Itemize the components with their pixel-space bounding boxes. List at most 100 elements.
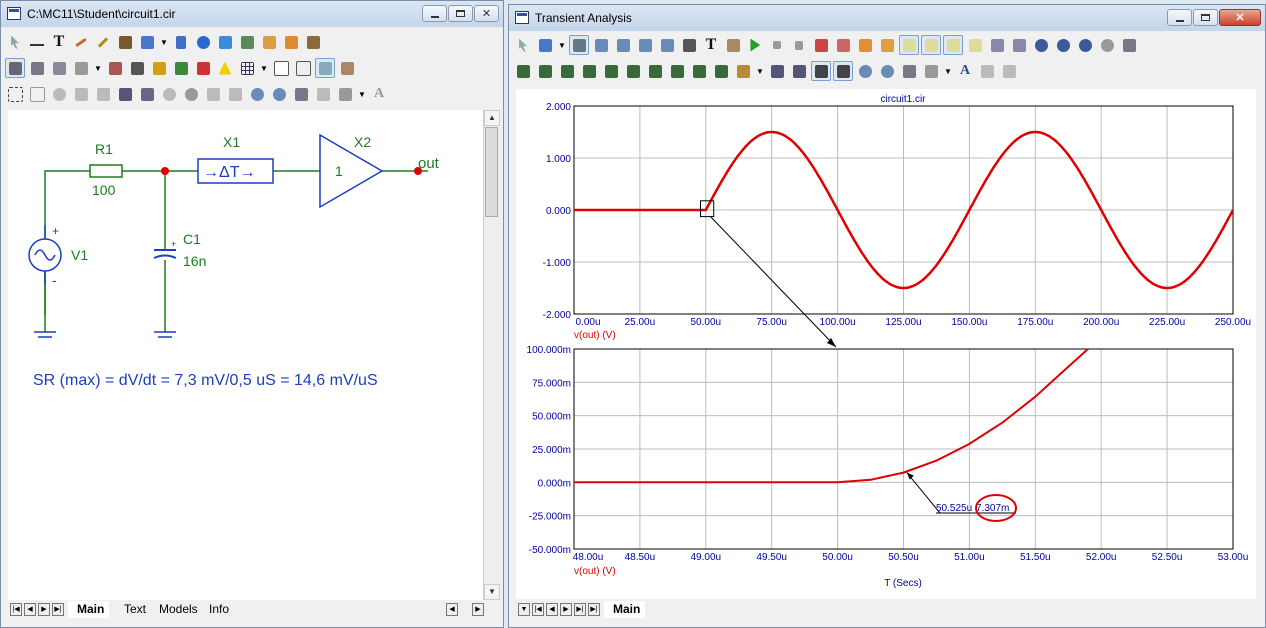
schematic-canvas[interactable]: R1 100 + C1 16n + - V1 →ΔT→ X1 1 X2 out …: [8, 110, 483, 600]
high-icon[interactable]: [1075, 35, 1095, 55]
dropdown-icon-2[interactable]: ▼: [93, 58, 103, 78]
clipboard-icon[interactable]: [733, 61, 753, 81]
group-icon[interactable]: [203, 84, 223, 104]
split-h-icon[interactable]: [987, 35, 1007, 55]
layer-icon[interactable]: [313, 84, 333, 104]
grid-7-icon[interactable]: [645, 61, 665, 81]
tab-models[interactable]: Models: [150, 601, 203, 618]
scale-icon[interactable]: [569, 35, 589, 55]
analysis-font-icon[interactable]: A: [955, 61, 975, 81]
settings-icon[interactable]: [337, 58, 357, 78]
line-tool-icon[interactable]: [71, 32, 91, 52]
help-icon[interactable]: [215, 32, 235, 52]
grid-2-icon[interactable]: [535, 61, 555, 81]
layout-4-icon[interactable]: [965, 35, 985, 55]
zoom-fit-icon[interactable]: [291, 84, 311, 104]
cascade-icon[interactable]: [877, 35, 897, 55]
pin-markers-icon[interactable]: [193, 58, 213, 78]
analysis-first-page-icon[interactable]: ▼: [518, 603, 530, 616]
select-arrow-icon[interactable]: [5, 32, 25, 52]
prev-page-icon[interactable]: ◀: [24, 603, 36, 616]
page-copy-icon[interactable]: [293, 58, 313, 78]
node-numbers-icon[interactable]: [49, 58, 69, 78]
zoom-out-icon[interactable]: [269, 84, 289, 104]
box-icon[interactable]: [27, 84, 47, 104]
component-tool-icon[interactable]: [115, 32, 135, 52]
zoom-in-icon[interactable]: [247, 84, 267, 104]
analysis-tab-main[interactable]: Main: [604, 601, 646, 618]
flag-tool-icon[interactable]: [171, 32, 191, 52]
layout-3-icon[interactable]: [943, 35, 963, 55]
scroll-down-icon[interactable]: ▼: [484, 584, 500, 600]
analysis-dropdown-icon[interactable]: ▼: [557, 35, 567, 55]
maximize-button[interactable]: [448, 5, 473, 22]
text-tool-icon[interactable]: T: [49, 32, 69, 52]
pen-tool-icon[interactable]: [93, 32, 113, 52]
layout-1-icon[interactable]: [899, 35, 919, 55]
scroll-thumb[interactable]: [485, 127, 498, 217]
layout-2-icon[interactable]: [921, 35, 941, 55]
plot-area[interactable]: circuit1.cir 2.000 1.000 0.000 -1.000 -2.000…: [516, 89, 1256, 599]
grid-6-icon[interactable]: [623, 61, 643, 81]
page-icon[interactable]: [271, 58, 291, 78]
copy-tool-icon[interactable]: [137, 32, 157, 52]
probe-tool-icon[interactable]: [237, 32, 257, 52]
hscroll-left-icon[interactable]: ◀: [446, 603, 458, 616]
analysis-zoom-out-icon[interactable]: [877, 61, 897, 81]
horizontal-tag-icon[interactable]: [657, 35, 677, 55]
analysis-vscroll[interactable]: [1256, 89, 1264, 599]
valley-icon[interactable]: [1053, 35, 1073, 55]
point-tag-icon[interactable]: [635, 35, 655, 55]
analysis-prev-icon[interactable]: ◀: [546, 603, 558, 616]
wire-tool-icon[interactable]: [27, 32, 47, 52]
attribute-text-icon[interactable]: [5, 58, 25, 78]
analysis-last-page-icon[interactable]: ▶|: [574, 603, 586, 616]
low-icon[interactable]: [1097, 35, 1117, 55]
table-icon[interactable]: [789, 61, 809, 81]
ungroup-icon[interactable]: [225, 84, 245, 104]
grid-5-icon[interactable]: [601, 61, 621, 81]
fit-y-icon[interactable]: [833, 61, 853, 81]
analysis-dropdown-icon-2[interactable]: ▼: [755, 61, 765, 81]
hscroll-right-icon[interactable]: ▶: [472, 603, 484, 616]
analysis-maximize-button[interactable]: [1193, 9, 1218, 26]
dropdown-icon-4[interactable]: ▼: [357, 84, 367, 104]
minimize-button[interactable]: [422, 5, 447, 22]
tile-icon[interactable]: [855, 35, 875, 55]
align-icon[interactable]: [335, 84, 355, 104]
info-icon[interactable]: [193, 32, 213, 52]
analysis-titlebar[interactable]: Transient Analysis: [509, 5, 1265, 31]
tab-main[interactable]: Main: [68, 601, 110, 618]
rotate-icon[interactable]: [49, 84, 69, 104]
window-icon[interactable]: [315, 58, 335, 78]
pin-connections-icon[interactable]: [71, 58, 91, 78]
last-page-icon[interactable]: ▶|: [52, 603, 64, 616]
next-page-icon[interactable]: ▶: [38, 603, 50, 616]
analysis-text-icon[interactable]: T: [701, 35, 721, 55]
analysis-ungroup-icon[interactable]: [999, 61, 1019, 81]
fit-x-icon[interactable]: [811, 61, 831, 81]
pause-icon[interactable]: [789, 35, 809, 55]
dropdown-icon[interactable]: ▼: [159, 32, 169, 52]
find-icon[interactable]: [115, 84, 135, 104]
list-tool-icon[interactable]: [281, 32, 301, 52]
zoom-plot-icon[interactable]: [811, 35, 831, 55]
unzoom-plot-icon[interactable]: [833, 35, 853, 55]
analysis-minimize-button[interactable]: [1167, 9, 1192, 26]
schematic-titlebar[interactable]: C:\MC11\Student\circuit1.cir: [1, 1, 503, 27]
grid-1-icon[interactable]: [513, 61, 533, 81]
warning-icon[interactable]: [215, 58, 235, 78]
peak-icon[interactable]: [1031, 35, 1051, 55]
replace-icon[interactable]: [137, 84, 157, 104]
analysis-close-button[interactable]: [1219, 9, 1261, 26]
split-v-icon[interactable]: [1009, 35, 1029, 55]
power-icon[interactable]: [149, 58, 169, 78]
measure-icon[interactable]: [613, 35, 633, 55]
numeric-output-icon[interactable]: [767, 61, 787, 81]
grid-9-icon[interactable]: [689, 61, 709, 81]
conditions-icon[interactable]: [171, 58, 191, 78]
grid-text-icon[interactable]: [27, 58, 47, 78]
function-icon[interactable]: [679, 35, 699, 55]
scroll-up-icon[interactable]: ▲: [484, 110, 500, 126]
flip-icon[interactable]: [93, 84, 113, 104]
